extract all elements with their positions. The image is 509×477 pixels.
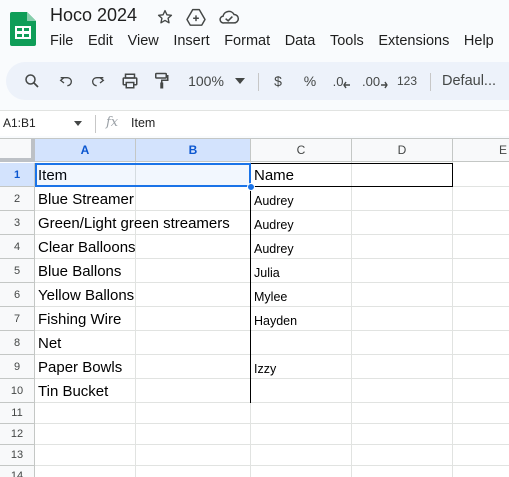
fx-icon: fx [106,115,119,130]
cell-a9[interactable]: Paper Bowls [38,355,122,379]
print-button[interactable] [118,62,142,100]
gridline [35,444,509,445]
name-box[interactable]: A1:B1 [3,116,36,130]
cell-c1[interactable]: Name [254,163,294,187]
redo-icon [92,77,105,87]
arrow-right-icon [381,81,388,89]
font-family-select[interactable]: Defaul... [442,62,502,100]
cell-c7[interactable]: Hayden [254,309,297,333]
menu-bar: File Edit View Insert Format Data Tools … [50,33,508,49]
menu-view[interactable]: View [128,33,159,49]
percent-format-button[interactable]: % [300,62,320,100]
menu-insert[interactable]: Insert [173,33,209,49]
cell-a5[interactable]: Blue Ballons [38,259,121,283]
cell-c2[interactable]: Audrey [254,189,294,213]
column-header-e[interactable]: E [453,139,509,162]
move-to-drive-icon[interactable] [186,8,206,26]
sheets-logo-icon[interactable] [10,12,36,46]
column-header-c[interactable]: C [251,139,352,162]
cell-c6[interactable]: Mylee [254,285,287,309]
cell-a3[interactable]: Green/Light green streamers [38,211,230,235]
decrease-decimal-label: .0 [332,73,344,89]
chevron-down-icon [235,78,245,84]
undo-icon [59,77,72,87]
more-formats-button[interactable]: 123 [394,62,420,100]
increase-decimal-label: .00 [362,73,381,89]
arrow-left-icon [343,81,351,89]
search-menus-button[interactable] [20,62,44,100]
menu-file[interactable]: File [50,33,73,49]
gridline [35,465,509,466]
formula-bar: A1:B1 fx Item [0,110,509,136]
row-header-2[interactable]: 2 [0,187,35,211]
name-box-dropdown-icon[interactable] [74,121,82,126]
cell-a8[interactable]: Net [38,331,61,355]
cell-c3[interactable]: Audrey [254,213,294,237]
currency-format-button[interactable]: $ [268,62,288,100]
row-header-6[interactable]: 6 [0,283,35,307]
menu-extensions[interactable]: Extensions [378,33,449,49]
menu-edit[interactable]: Edit [88,33,113,49]
row-header-3[interactable]: 3 [0,211,35,235]
spreadsheet-grid[interactable]: A B C D E 1 2 3 4 5 6 7 8 9 10 11 12 13 … [0,138,509,477]
toolbar: 100% $ % .0 .00 123 Defaul... [6,62,509,100]
formula-input[interactable]: Item [131,116,155,130]
row-header-4[interactable]: 4 [0,235,35,259]
zoom-select[interactable]: 100% [184,62,228,100]
selection-range-a1-b1 [35,163,251,187]
column-header-d[interactable]: D [352,139,453,162]
star-icon[interactable] [156,8,174,26]
row-header-7[interactable]: 7 [0,307,35,331]
increase-decimal-button[interactable]: .00 [362,62,388,100]
menu-help[interactable]: Help [464,33,494,49]
cell-border-column-b [250,187,251,403]
undo-button[interactable] [54,62,78,100]
cell-a4[interactable]: Clear Balloons [38,235,136,259]
row-header-13[interactable]: 13 [0,445,35,466]
gridline [35,423,509,424]
print-icon [122,73,138,89]
row-header-12[interactable]: 12 [0,424,35,445]
row-header-11[interactable]: 11 [0,403,35,424]
menu-tools[interactable]: Tools [330,33,364,49]
row-header-5[interactable]: 5 [0,259,35,283]
fill-handle[interactable] [247,183,255,191]
menu-data[interactable]: Data [285,33,316,49]
column-header-b[interactable]: B [136,139,251,162]
paint-format-icon [155,72,169,89]
row-header-10[interactable]: 10 [0,379,35,403]
cell-c9[interactable]: Izzy [254,357,276,381]
cloud-status-icon[interactable] [218,8,240,26]
row-header-1[interactable]: 1 [0,163,35,187]
decrease-decimal-button[interactable]: .0 [330,62,354,100]
cell-a7[interactable]: Fishing Wire [38,307,121,331]
zoom-dropdown-button[interactable] [232,62,248,100]
menu-format[interactable]: Format [224,33,270,49]
row-header-8[interactable]: 8 [0,331,35,355]
cell-c5[interactable]: Julia [254,261,280,285]
select-all-corner[interactable] [0,139,35,162]
cell-a2[interactable]: Blue Streamer [38,187,134,211]
document-title[interactable]: Hoco 2024 [50,5,137,26]
search-icon [25,74,39,88]
paint-format-button[interactable] [149,62,173,100]
cell-c4[interactable]: Audrey [254,237,294,261]
cell-a10[interactable]: Tin Bucket [38,379,108,403]
row-header-14[interactable]: 14 [0,466,35,477]
cell-a6[interactable]: Yellow Ballons [38,283,134,307]
row-header-9[interactable]: 9 [0,355,35,379]
column-header-a[interactable]: A [35,139,136,162]
redo-button[interactable] [86,62,110,100]
